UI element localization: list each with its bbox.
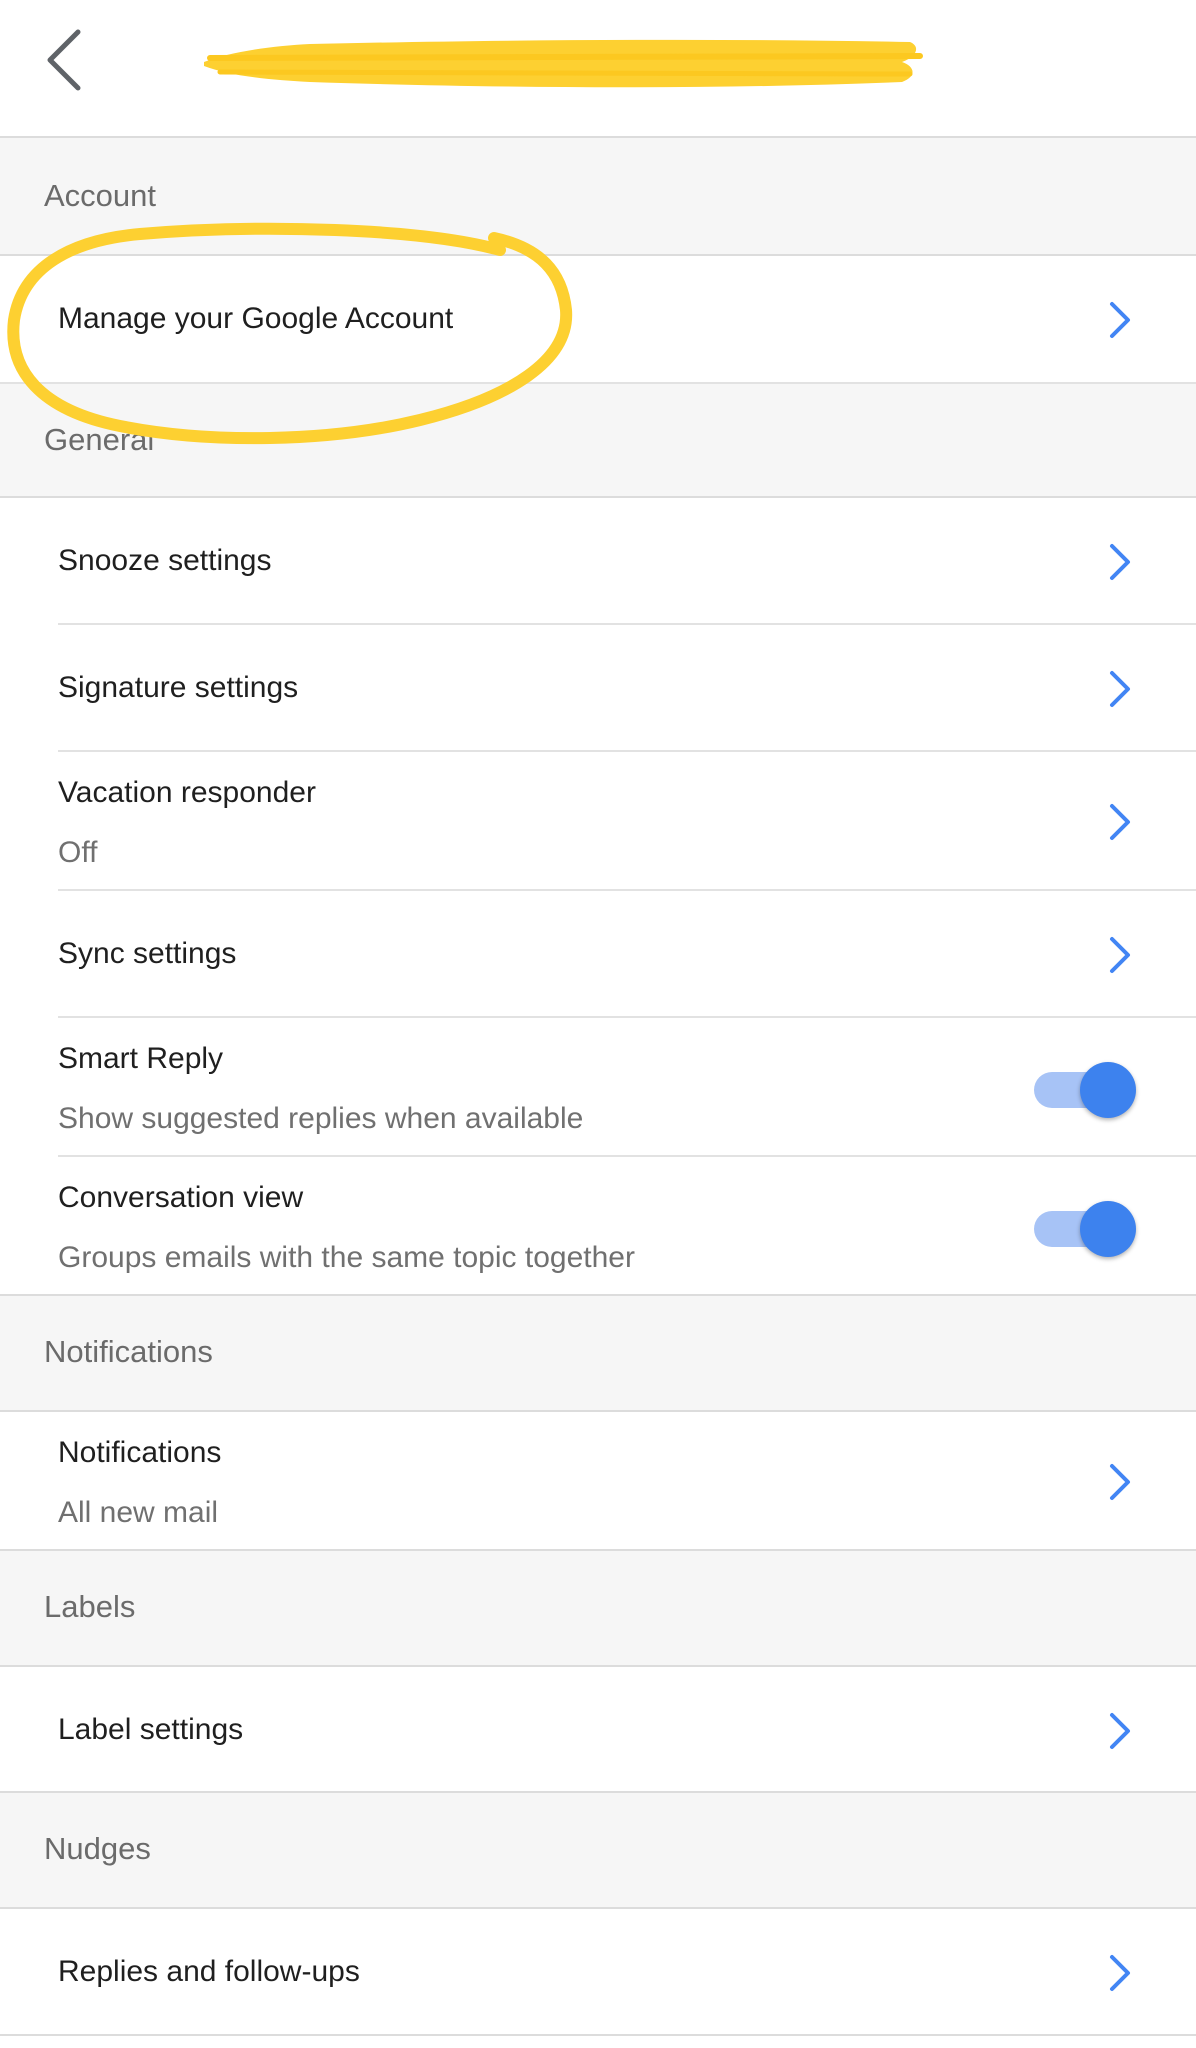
conversation-view-toggle[interactable] bbox=[1032, 1195, 1140, 1259]
vacation-responder-item[interactable]: Vacation responder Off bbox=[0, 752, 1196, 891]
conversation-view-item: Conversation view Groups emails with the… bbox=[0, 1157, 1196, 1296]
section-header-notifications: Notifications bbox=[0, 1296, 1196, 1412]
section-label: Nudges bbox=[44, 1831, 151, 1866]
divider bbox=[0, 2034, 1196, 2036]
section-header-nudges: Nudges bbox=[0, 1793, 1196, 1909]
smart-reply-item: Smart Reply Show suggested replies when … bbox=[0, 1018, 1196, 1157]
item-subtitle: Groups emails with the same topic togeth… bbox=[58, 1241, 635, 1274]
manage-google-account-item[interactable]: Manage your Google Account bbox=[0, 256, 1196, 382]
chevron-right-icon bbox=[1110, 302, 1130, 338]
snooze-settings-item[interactable]: Snooze settings bbox=[0, 498, 1196, 625]
chevron-right-icon bbox=[1110, 671, 1130, 707]
redacted-title-scribble bbox=[190, 22, 930, 102]
item-title: Vacation responder bbox=[58, 776, 316, 809]
label-settings-item[interactable]: Label settings bbox=[0, 1667, 1196, 1793]
section-label: General bbox=[44, 422, 155, 457]
chevron-right-icon bbox=[1110, 804, 1130, 840]
item-title: Manage your Google Account bbox=[58, 302, 454, 335]
section-label: Account bbox=[44, 178, 157, 213]
item-subtitle: Show suggested replies when available bbox=[58, 1102, 584, 1135]
section-header-general: General bbox=[0, 382, 1196, 498]
item-title: Snooze settings bbox=[58, 544, 272, 577]
item-title: Replies and follow-ups bbox=[58, 1955, 360, 1988]
signature-settings-item[interactable]: Signature settings bbox=[0, 625, 1196, 752]
section-header-labels: Labels bbox=[0, 1551, 1196, 1667]
toggle-knob bbox=[1080, 1062, 1136, 1118]
item-subtitle: Off bbox=[58, 836, 98, 869]
chevron-right-icon bbox=[1110, 544, 1130, 580]
chevron-right-icon bbox=[1110, 1955, 1130, 1991]
notifications-item[interactable]: Notifications All new mail bbox=[0, 1412, 1196, 1551]
item-title: Smart Reply bbox=[58, 1042, 224, 1075]
item-title: Conversation view bbox=[58, 1181, 304, 1214]
section-label: Notifications bbox=[44, 1334, 213, 1369]
item-title: Signature settings bbox=[58, 671, 299, 704]
chevron-right-icon bbox=[1110, 1464, 1130, 1500]
sync-settings-item[interactable]: Sync settings bbox=[0, 891, 1196, 1018]
item-title: Notifications bbox=[58, 1436, 222, 1469]
item-subtitle: All new mail bbox=[58, 1496, 219, 1529]
top-bar bbox=[0, 0, 1196, 138]
smart-reply-toggle[interactable] bbox=[1032, 1056, 1140, 1120]
item-title: Label settings bbox=[58, 1713, 244, 1746]
chevron-left-icon bbox=[47, 29, 81, 91]
item-title: Sync settings bbox=[58, 937, 237, 970]
section-label: Labels bbox=[44, 1589, 136, 1624]
chevron-right-icon bbox=[1110, 1713, 1130, 1749]
section-header-account: Account bbox=[0, 138, 1196, 256]
replies-followups-item[interactable]: Replies and follow-ups bbox=[0, 1909, 1196, 2036]
back-button[interactable] bbox=[34, 20, 114, 100]
toggle-knob bbox=[1080, 1201, 1136, 1257]
chevron-right-icon bbox=[1110, 937, 1130, 973]
